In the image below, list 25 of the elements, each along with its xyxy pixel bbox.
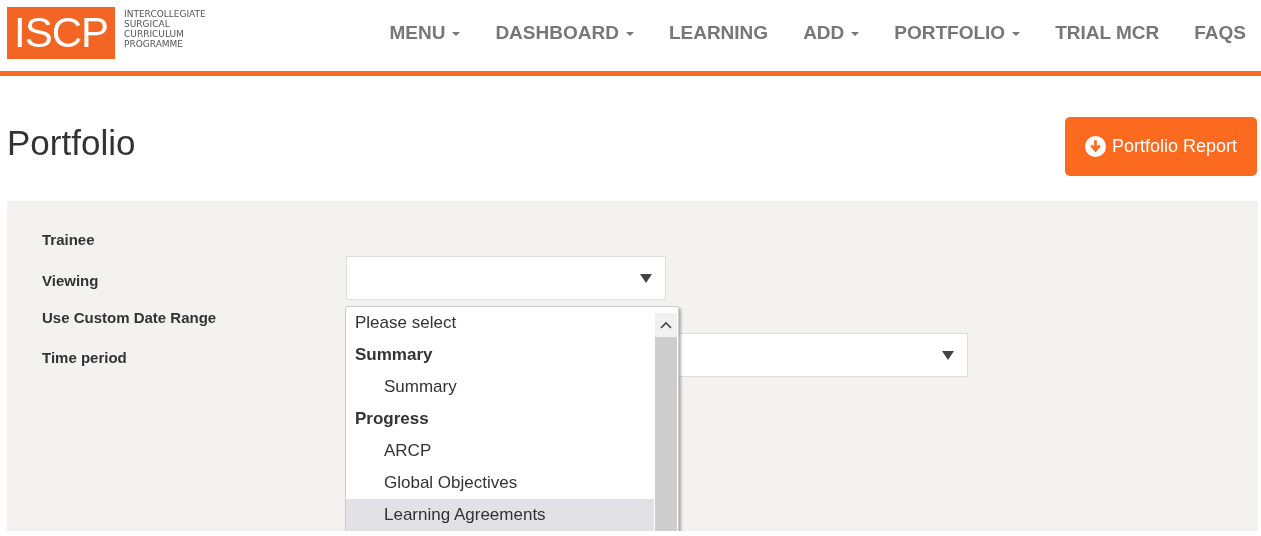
nav-link[interactable]: FAQS <box>1194 18 1246 48</box>
field-label: Time period <box>42 348 128 368</box>
dropdown-option[interactable]: Summary <box>346 371 654 403</box>
logo-mark: ISCP <box>7 7 116 59</box>
nav-link[interactable]: TRIAL MCR <box>1055 18 1160 48</box>
dropdown-option[interactable]: Learning Agreements <box>346 499 654 531</box>
download-icon <box>1084 136 1106 157</box>
dropdown-option[interactable]: ARCP <box>346 435 654 467</box>
nav-link[interactable]: ADD <box>803 18 860 48</box>
nav-link[interactable]: DASHBOARD <box>495 18 634 48</box>
page-title: Portfolio <box>7 122 136 164</box>
portfolio-report-button[interactable]: Portfolio Report <box>1064 117 1257 176</box>
option-group-label: Summary <box>354 344 434 366</box>
field-label: Use Custom Date Range <box>42 307 218 328</box>
option-group-label: Progress <box>354 408 430 430</box>
nav-link[interactable]: PORTFOLIO <box>894 18 1021 48</box>
field-label: Trainee <box>42 230 96 250</box>
dropdown-option[interactable]: Global Objectives <box>346 467 654 499</box>
scrollbar[interactable] <box>655 313 677 531</box>
dropdown-option[interactable]: Please select <box>346 307 654 339</box>
select-field[interactable] <box>346 255 666 300</box>
logo-text: INTERCOLLEGIATE SURGICAL CURRICULUM PROGRAMME <box>124 9 206 51</box>
field-label: Viewing <box>42 270 100 291</box>
nav-link[interactable]: LEARNING <box>668 18 769 48</box>
nav-link[interactable]: MENU <box>389 18 461 48</box>
